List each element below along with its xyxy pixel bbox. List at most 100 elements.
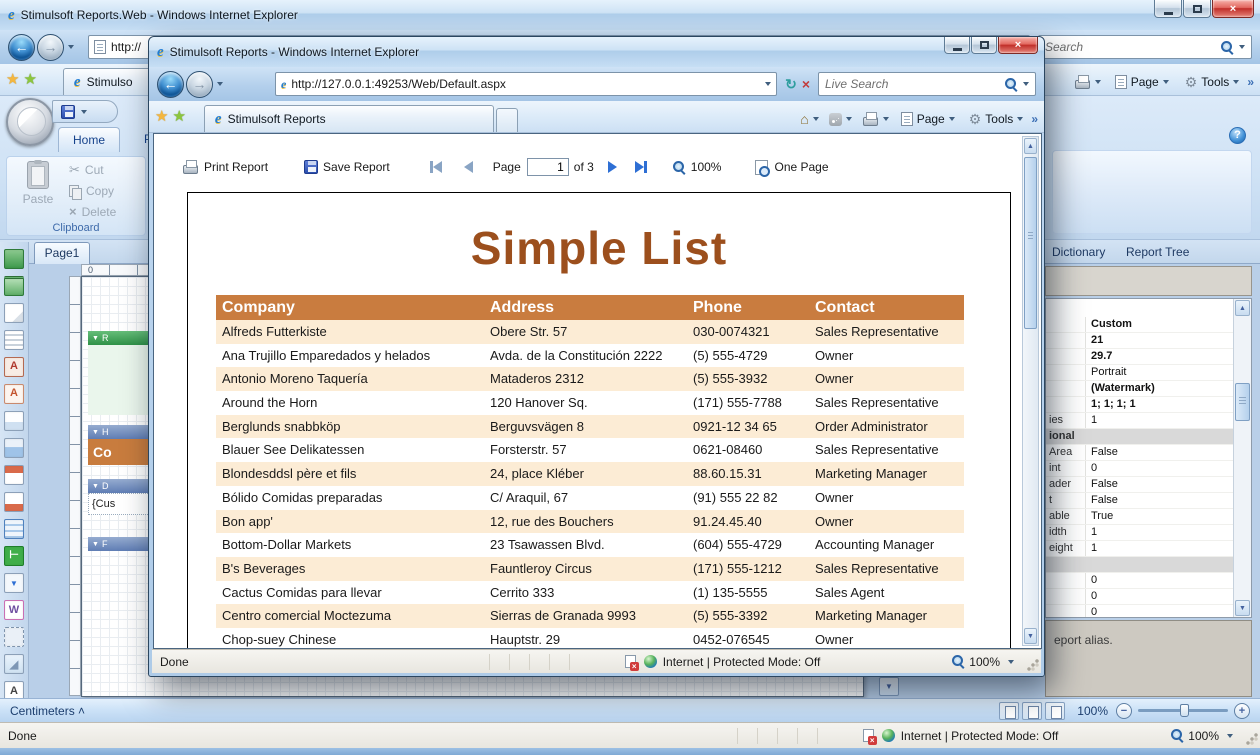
- page-menu-icon[interactable]: [901, 112, 913, 126]
- property-row[interactable]: int0: [1046, 461, 1233, 477]
- minimize-button[interactable]: [944, 37, 970, 54]
- paste-button[interactable]: Paste: [13, 161, 63, 221]
- maximize-button[interactable]: [1183, 0, 1211, 18]
- property-value[interactable]: 1: [1086, 525, 1233, 540]
- viewer-zoom-icon[interactable]: [673, 161, 686, 174]
- help-icon[interactable]: ?: [1229, 127, 1246, 144]
- print-dropdown-icon[interactable]: [883, 117, 889, 121]
- viewer-zoom-level[interactable]: 100%: [691, 160, 722, 174]
- property-row[interactable]: tFalse: [1046, 493, 1233, 509]
- refresh-icon[interactable]: ↻: [785, 76, 797, 93]
- property-value[interactable]: 1: [1086, 541, 1233, 556]
- property-value[interactable]: Custom: [1086, 317, 1233, 332]
- page1-tab[interactable]: Page1: [34, 242, 90, 264]
- home-dropdown-icon[interactable]: [813, 117, 819, 121]
- outer-titlebar[interactable]: e Stimulsoft Reports.Web - Windows Inter…: [0, 0, 1260, 30]
- inner-titlebar[interactable]: e Stimulsoft Reports - Windows Internet …: [149, 37, 1044, 67]
- page-dropdown-icon[interactable]: [949, 117, 955, 121]
- search-icon[interactable]: [1005, 78, 1018, 91]
- inner-browser-tab[interactable]: e Stimulsoft Reports: [204, 105, 494, 132]
- inner-search-box[interactable]: Live Search: [818, 72, 1036, 96]
- hierarchy-icon[interactable]: [4, 546, 24, 566]
- add-favorite-icon[interactable]: ★: [172, 107, 185, 125]
- zoom-lens-icon[interactable]: [1171, 729, 1184, 742]
- cut-button[interactable]: ✂Cut: [69, 162, 116, 178]
- first-page-button[interactable]: [430, 161, 442, 173]
- search-icon[interactable]: [1221, 41, 1234, 54]
- favorites-star-icon[interactable]: ★: [6, 70, 19, 88]
- back-button[interactable]: ←: [157, 71, 184, 98]
- property-row[interactable]: Custom: [1046, 317, 1233, 333]
- zoom-out-button[interactable]: −: [1116, 703, 1132, 719]
- forward-button[interactable]: →: [186, 71, 213, 98]
- scrollbar-thumb[interactable]: [1024, 157, 1037, 329]
- band-green-alt-icon[interactable]: [4, 276, 24, 296]
- property-row[interactable]: Portrait: [1046, 365, 1233, 381]
- print-icon[interactable]: [1074, 75, 1091, 89]
- print-icon[interactable]: [862, 112, 879, 126]
- minimize-button[interactable]: [1154, 0, 1182, 18]
- property-value[interactable]: Portrait: [1086, 365, 1233, 380]
- outer-tools-menu[interactable]: Tools: [1201, 75, 1229, 89]
- property-value[interactable]: False: [1086, 477, 1233, 492]
- zoom-dropdown-icon[interactable]: [1008, 660, 1014, 664]
- property-value[interactable]: 1; 1; 1; 1: [1086, 397, 1233, 412]
- image-icon[interactable]: [4, 654, 24, 674]
- property-row[interactable]: 21: [1046, 333, 1233, 349]
- outer-zoom-level[interactable]: 100%: [1188, 729, 1219, 743]
- zoom-slider-thumb[interactable]: [1180, 704, 1189, 717]
- back-button[interactable]: ←: [8, 34, 35, 61]
- units-label[interactable]: Centimeters ˄: [10, 704, 85, 718]
- band-green-icon[interactable]: [4, 249, 24, 269]
- ribbon-tab-home[interactable]: Home: [58, 127, 120, 152]
- scroll-up-icon[interactable]: ▲: [1235, 300, 1250, 316]
- page-menu-icon[interactable]: [1115, 75, 1127, 89]
- print-report-icon[interactable]: [182, 160, 199, 174]
- property-value[interactable]: (Watermark): [1086, 381, 1233, 396]
- tools-gear-icon[interactable]: ⚙: [1185, 75, 1198, 89]
- view-mode-hundred-icon[interactable]: [1045, 702, 1065, 720]
- inner-address-bar[interactable]: e http://127.0.0.1:49253/Web/Default.asp…: [275, 72, 777, 96]
- property-row[interactable]: eight1: [1046, 541, 1233, 557]
- forward-button[interactable]: →: [37, 34, 64, 61]
- property-row[interactable]: (Watermark): [1046, 381, 1233, 397]
- property-value[interactable]: 0: [1086, 589, 1233, 604]
- band-red-top-icon[interactable]: [4, 465, 24, 485]
- scrollbar-thumb[interactable]: [1235, 383, 1250, 421]
- property-row[interactable]: 0: [1046, 605, 1233, 617]
- property-row[interactable]: ies1: [1046, 413, 1233, 429]
- close-button[interactable]: ×: [1212, 0, 1254, 18]
- zoom-in-button[interactable]: +: [1234, 703, 1250, 719]
- inner-zoom-level[interactable]: 100%: [969, 655, 1000, 669]
- property-value[interactable]: 29.7: [1086, 349, 1233, 364]
- inner-browser-window[interactable]: e Stimulsoft Reports - Windows Internet …: [148, 36, 1045, 677]
- add-favorite-icon[interactable]: ★: [23, 70, 36, 88]
- page-number-input[interactable]: [527, 158, 569, 176]
- property-value[interactable]: 21: [1086, 333, 1233, 348]
- property-row[interactable]: 29.7: [1046, 349, 1233, 365]
- property-row[interactable]: [1046, 557, 1233, 573]
- delete-button[interactable]: ×Delete: [69, 204, 116, 219]
- address-dropdown-icon[interactable]: [765, 82, 771, 86]
- canvas-scroll-down-button[interactable]: ▼: [879, 677, 899, 696]
- one-page-button[interactable]: One Page: [774, 160, 828, 174]
- viewer-scrollbar[interactable]: ▲ ▼: [1022, 136, 1039, 646]
- history-dropdown-icon[interactable]: [217, 82, 223, 86]
- property-row[interactable]: 0: [1046, 573, 1233, 589]
- label-red-alt-icon[interactable]: [4, 384, 24, 404]
- qat-dropdown-icon[interactable]: [81, 110, 87, 114]
- panel-light-icon[interactable]: [4, 411, 24, 431]
- winword-icon[interactable]: [4, 600, 24, 620]
- new-tab-stub[interactable]: [496, 108, 518, 132]
- tools-gear-icon[interactable]: ⚙: [969, 112, 982, 126]
- maximize-button[interactable]: [971, 37, 997, 54]
- view-mode-page-break-icon[interactable]: [1022, 702, 1042, 720]
- resize-grip[interactable]: [1245, 732, 1258, 745]
- print-dropdown-icon[interactable]: [1095, 80, 1101, 84]
- property-row[interactable]: 0: [1046, 589, 1233, 605]
- outer-search-box[interactable]: Search: [1038, 35, 1252, 59]
- tools-dropdown-icon[interactable]: [1017, 117, 1023, 121]
- feed-dropdown-icon[interactable]: [846, 117, 852, 121]
- stop-icon[interactable]: ×: [802, 76, 810, 92]
- rss-feed-icon[interactable]: [829, 113, 842, 126]
